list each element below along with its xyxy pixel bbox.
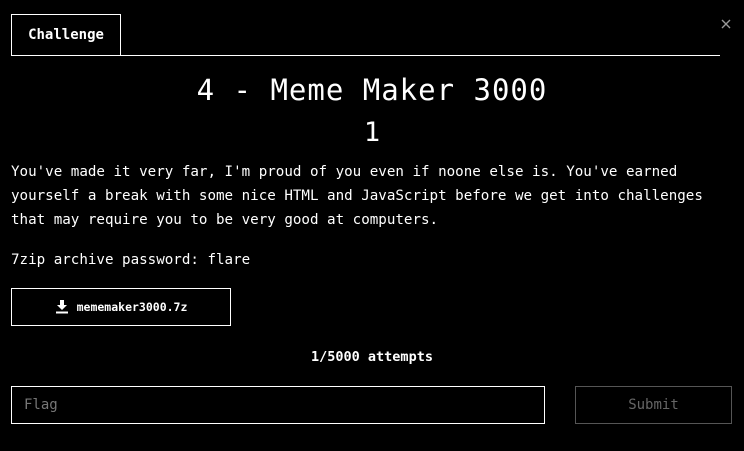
tab-challenge-label: Challenge [28,27,104,43]
download-icon [55,300,69,314]
challenge-description: You've made it very far, I'm proud of yo… [11,164,703,228]
archive-password: 7zip archive password: flare [11,252,251,268]
submit-button-label: Submit [628,397,679,413]
attempts-counter: 1/5000 attempts [311,349,433,365]
tab-divider [11,55,720,56]
challenge-title: 4 - Meme Maker 3000 [196,73,548,107]
close-icon[interactable] [719,19,733,33]
challenge-points: 1 [363,117,381,148]
download-file-button[interactable]: mememaker3000.7z [11,288,231,326]
submit-button[interactable]: Submit [575,386,732,424]
tab-challenge[interactable]: Challenge [11,14,121,55]
flag-input[interactable] [11,386,545,424]
download-file-name: mememaker3000.7z [76,300,188,314]
close-icon-glyph [721,19,731,29]
